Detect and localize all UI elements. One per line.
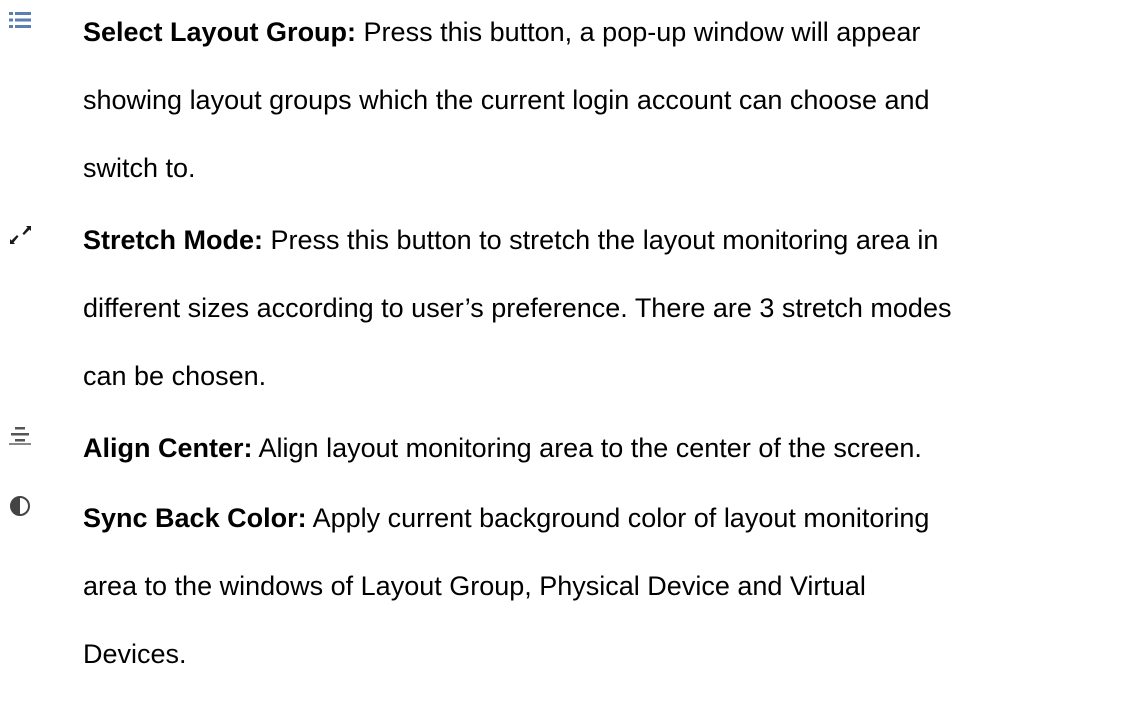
entry-line: Align Center: Align layout monitoring ar… (83, 432, 922, 464)
contrast-icon (0, 494, 40, 524)
entry-term: Sync Back Color: (83, 503, 307, 533)
entry-text: Align layout monitoring area to the cent… (252, 433, 922, 463)
entry-text: Press this button, a pop-up window will … (356, 17, 921, 47)
align-center-icon (0, 424, 40, 454)
entry-line: area to the windows of Layout Group, Phy… (83, 571, 866, 601)
entry-line: showing layout groups which the current … (83, 85, 930, 115)
entry-line: can be chosen. (83, 361, 267, 391)
list-icon (0, 10, 40, 40)
entry-text: Apply current background color of layout… (306, 503, 930, 533)
entry-line: Sync Back Color: Apply current backgroun… (83, 502, 929, 534)
entry-text: Press this button to stretch the layout … (263, 225, 939, 255)
entry-line: different sizes according to user’s pref… (83, 293, 952, 323)
entry-line: Stretch Mode: Press this button to stret… (83, 224, 938, 256)
entry-term: Select Layout Group: (83, 17, 357, 47)
entry-term: Stretch Mode: (83, 225, 264, 255)
entry-term: Align Center: (83, 433, 253, 463)
entry-line: switch to. (83, 153, 196, 183)
expand-arrows-icon (0, 224, 40, 254)
entry-line: Devices. (83, 639, 187, 669)
entry-line: Select Layout Group: Press this button, … (83, 16, 920, 48)
